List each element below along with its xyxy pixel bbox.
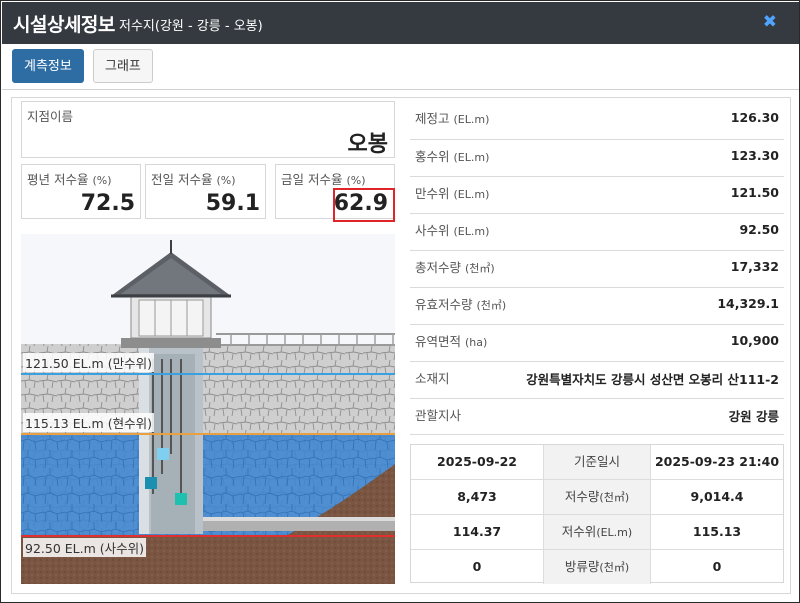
info-value: 강원 강릉 [728, 409, 779, 424]
normal-year-rate-card: 평년 저수율 (%) 72.5 [21, 164, 141, 219]
current-value: 115.13 [692, 524, 742, 539]
today-rate-label: 금일 저수율 [281, 172, 343, 187]
info-unit: (천㎥) [465, 262, 495, 275]
info-value: 123.30 [730, 148, 779, 163]
info-row: 총저수량 (천㎥) 17,332 [410, 250, 784, 287]
info-value: 126.30 [730, 110, 779, 125]
info-label: 홍수위 [415, 149, 450, 164]
info-row: 소재지 강원특별자치도 강릉시 성산면 오봉리 산111-2 [410, 361, 784, 398]
prev-day-rate-unit: (%) [216, 174, 236, 187]
modal-header: 시설상세정보 저수지(강원 - 강릉 - 오봉) ✖ [2, 2, 799, 44]
tab-bar: 계측정보 그래프 [2, 44, 799, 90]
info-value: 10,900 [730, 333, 779, 348]
reference-datetime-label: 기준일시 [543, 445, 651, 479]
measurement-unit: (천㎥) [599, 561, 630, 574]
info-row: 제정고 (EL.m) 126.30 [410, 102, 784, 139]
normal-year-rate-unit: (%) [92, 174, 112, 187]
normal-year-rate-label: 평년 저수율 [27, 172, 89, 187]
close-icon[interactable]: ✖ [763, 12, 777, 32]
today-rate-highlight-box [333, 188, 395, 222]
measurement-row: 8,473 저수량(천㎥) 9,014.4 [411, 479, 783, 514]
info-unit: (EL.m) [453, 113, 490, 126]
prev-value: 8,473 [457, 489, 497, 504]
info-value: 14,329.1 [717, 296, 779, 311]
info-label: 총저수량 [415, 260, 462, 275]
info-unit: (ha) [465, 336, 488, 349]
measurement-unit: (천㎥) [599, 491, 630, 504]
info-value: 17,332 [730, 259, 779, 274]
full-water-level-label: 121.50 EL.m (만수위) [23, 353, 154, 372]
current-datetime: 2025-09-23 21:40 [654, 454, 780, 469]
current-water-level-label: 115.13 EL.m (현수위) [23, 413, 154, 432]
reservoir-illustration: 121.50 EL.m (만수위) 115.13 EL.m (현수위) 92.5… [21, 234, 395, 584]
info-row: 유역면적 (ha) 10,900 [410, 324, 784, 361]
info-unit: (천㎥) [476, 299, 507, 312]
info-value: 92.50 [739, 222, 779, 237]
info-unit: (EL.m) [453, 151, 490, 164]
info-label: 만수위 [415, 186, 450, 201]
info-row: 유효저수량 (천㎥) 14,329.1 [410, 287, 784, 324]
prev-date: 2025-09-22 [437, 454, 517, 469]
measurement-row: 114.37 저수위(EL.m) 115.13 [411, 514, 783, 549]
info-value: 강원특별자치도 강릉시 성산면 오봉리 산111-2 [526, 372, 779, 387]
info-label: 소재지 [415, 371, 450, 386]
info-unit: (EL.m) [453, 188, 490, 201]
station-label: 지점이름 [27, 109, 74, 124]
measurement-header-row: 2025-09-22 기준일시 2025-09-23 21:40 [411, 445, 783, 480]
info-label: 사수위 [415, 223, 450, 238]
info-label: 유역면적 [415, 334, 462, 349]
modal-title: 시설상세정보 [13, 14, 115, 36]
current-value: 9,014.4 [690, 489, 744, 504]
info-value: 121.50 [730, 185, 779, 200]
info-row: 사수위 (EL.m) 92.50 [410, 213, 784, 250]
facility-detail-modal: 시설상세정보 저수지(강원 - 강릉 - 오봉) ✖ 계측정보 그래프 지점이름… [0, 0, 800, 603]
info-row: 만수위 (EL.m) 121.50 [410, 176, 784, 213]
measurement-row: 0 방류량(천㎥) 0 [411, 549, 783, 584]
prev-day-rate-card: 전일 저수율 (%) 59.1 [145, 164, 266, 219]
measurement-label: 저수위 [561, 524, 597, 539]
reservoir-drawing [21, 240, 395, 584]
info-label: 관할지사 [415, 408, 462, 423]
station-card: 지점이름 오봉 [21, 101, 395, 158]
measurement-table: 2025-09-22 기준일시 2025-09-23 21:40 8,473 저… [410, 444, 784, 584]
tab-measurement-info[interactable]: 계측정보 [12, 49, 84, 83]
measurement-unit: (EL.m) [596, 526, 633, 539]
measurement-label: 저수량 [564, 489, 600, 504]
tab-graph[interactable]: 그래프 [93, 49, 153, 83]
prev-day-rate-value: 59.1 [205, 191, 260, 216]
info-label: 제정고 [415, 111, 450, 126]
measurement-label: 방류량 [564, 559, 600, 574]
prev-day-rate-label: 전일 저수율 [151, 172, 213, 187]
modal-subtitle: 저수지(강원 - 강릉 - 오봉) [119, 19, 263, 34]
info-row: 홍수위 (EL.m) 123.30 [410, 139, 784, 176]
station-name: 오봉 [347, 132, 388, 157]
prev-value: 114.37 [452, 524, 502, 539]
prev-value: 0 [472, 559, 482, 574]
info-label: 유효저수량 [415, 297, 473, 312]
current-value: 0 [712, 559, 722, 574]
today-rate-unit: (%) [346, 174, 366, 187]
info-unit: (EL.m) [453, 225, 490, 238]
normal-year-rate-value: 72.5 [80, 191, 135, 216]
dead-water-level-label: 92.50 EL.m (사수위) [23, 538, 146, 557]
info-row: 관할지사 강원 강릉 [410, 398, 784, 435]
